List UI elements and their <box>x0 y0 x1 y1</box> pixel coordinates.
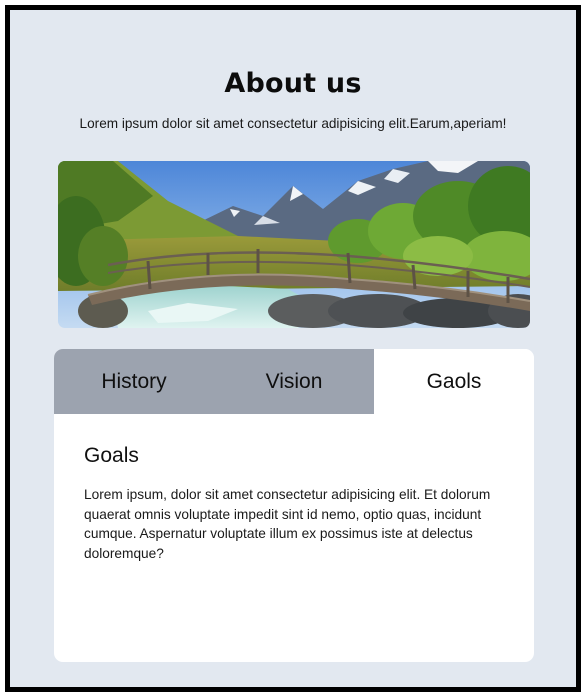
tab-bar: History Vision Gaols <box>54 349 534 414</box>
panel-text: Lorem ipsum, dolor sit amet consectetur … <box>84 487 491 561</box>
tab-vision[interactable]: Vision <box>214 349 374 414</box>
tabs-card: History Vision Gaols Goals Lorem ipsum, … <box>54 349 534 662</box>
tab-goals[interactable]: Gaols <box>374 349 534 414</box>
tab-history[interactable]: History <box>54 349 214 414</box>
page-subtitle: Lorem ipsum dolor sit amet consectetur a… <box>79 116 507 131</box>
hero-landscape-image <box>58 161 530 328</box>
page-title: About us <box>224 68 362 99</box>
page-frame: About us Lorem ipsum dolor sit amet cons… <box>5 5 581 692</box>
panel-heading: Goals <box>84 444 139 467</box>
